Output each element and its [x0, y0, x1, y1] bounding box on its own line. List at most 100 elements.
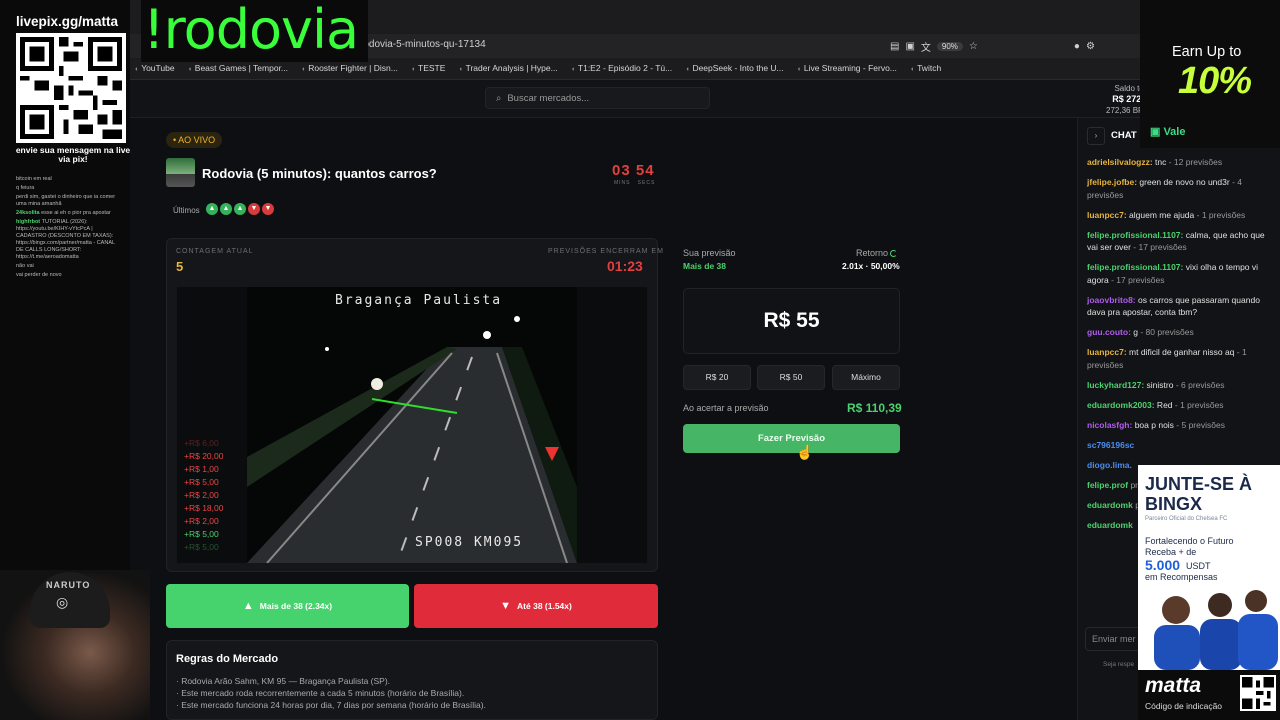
- result-up-icon: ▲: [234, 203, 246, 215]
- screenshot-icon[interactable]: ▣: [905, 41, 914, 52]
- bookmark-item[interactable]: Trader Analysis | Hype...: [459, 63, 558, 73]
- command-text: !rodovia: [143, 0, 359, 61]
- mini-chat-user: highfrbot: [16, 219, 42, 225]
- bookmark-item[interactable]: Rooster Fighter | Disn...: [302, 63, 398, 73]
- ad-earn-line1: Earn Up to: [1172, 44, 1242, 60]
- donation-item: +R$ 2,00: [184, 516, 219, 526]
- chat-message: luanpcc7: mt dificil de ganhar nisso aq …: [1087, 346, 1273, 371]
- mini-chat-line: vai perder de novo: [16, 272, 116, 279]
- stream-mini-chat: bitcoin em real q feiura perdi sim, gastei…: [16, 176, 116, 281]
- bookmark-item[interactable]: Beast Games | Tempor...: [189, 63, 288, 73]
- chat-message: felipe.profissional.1107: vixi olha o te…: [1087, 261, 1273, 286]
- balance[interactable]: Saldo to R$ 272, 272,36 BR: [1106, 83, 1144, 116]
- ad-bingx-usdt: USDT: [1186, 561, 1211, 571]
- qr-code-icon: [16, 33, 126, 143]
- chip-max[interactable]: Máximo: [832, 365, 900, 390]
- zoom-level[interactable]: 90%: [936, 42, 963, 51]
- chat-username[interactable]: jfelipe.jofbe:: [1087, 177, 1137, 187]
- bet-under-label: Até 38 (1.54x): [517, 601, 572, 611]
- chat-username[interactable]: felipe.prof: [1087, 480, 1128, 490]
- chat-username[interactable]: luanpcc7:: [1087, 347, 1127, 357]
- search-placeholder: Buscar mercados...: [507, 93, 590, 104]
- donation-item: +R$ 18,00: [184, 503, 224, 513]
- star-icon[interactable]: ☆: [969, 41, 978, 52]
- ad-bingx-players: [1138, 585, 1280, 670]
- count-value: 5: [176, 259, 184, 274]
- close-label: PREVISÕES ENCERRAM EM: [548, 248, 664, 255]
- result-down-icon: ▼: [262, 203, 274, 215]
- matta-logo: matta: [1145, 674, 1202, 697]
- ad-bingx-text1: Fortalecendo o Futuro Receba + de: [1145, 536, 1234, 557]
- potential-win-value: R$ 110,39: [847, 401, 902, 415]
- mini-chat-line: bitcoin em real: [16, 176, 116, 183]
- chat-username[interactable]: felipe.profissional.1107:: [1087, 230, 1183, 240]
- chat-message: jfelipe.jofbe: green de novo no und3r - …: [1087, 176, 1273, 201]
- chat-username[interactable]: nicolasfgh:: [1087, 420, 1132, 430]
- chip-20[interactable]: R$ 20: [683, 365, 751, 390]
- chat-username[interactable]: luanpcc7:: [1087, 210, 1127, 220]
- ad-earn-brand: ▣ Vale: [1150, 126, 1186, 138]
- donation-item: +R$ 6,00: [184, 438, 219, 448]
- chat-username[interactable]: guu.couto:: [1087, 327, 1131, 337]
- chat-count: - 6 previsões: [1173, 379, 1225, 390]
- amount-value[interactable]: R$ 55: [683, 309, 900, 333]
- bookmark-item[interactable]: TESTE: [412, 63, 445, 73]
- donation-feed: +R$ 6,00 +R$ 20,00 +R$ 1,00 +R$ 5,00 +R$ 2,0…: [184, 437, 223, 554]
- chevron-right-icon[interactable]: ›: [1087, 127, 1105, 145]
- result-down-icon: ▼: [248, 203, 260, 215]
- result-up-icon: ▲: [220, 203, 232, 215]
- bookmark-item[interactable]: Live Streaming - Fervo...: [798, 63, 897, 73]
- cap-text: NARUTO: [46, 580, 91, 590]
- search-input[interactable]: ⌕ Buscar mercados...: [485, 87, 710, 109]
- mini-chat-text: esse ai eh o pior pra apostar: [41, 210, 111, 216]
- mini-chat-line: q feiura: [16, 185, 116, 192]
- chat-username[interactable]: eduardomk: [1087, 500, 1133, 510]
- chat-message: sc796196sc: [1087, 439, 1273, 452]
- ad-bingx-text2: em Recompensas: [1145, 572, 1218, 582]
- reader-icon[interactable]: ▤: [890, 41, 899, 52]
- extension-icon[interactable]: ⚙: [1086, 41, 1095, 52]
- chat-username[interactable]: luckyhard127:: [1087, 380, 1144, 390]
- chat-message: adrielsilvalogzz: tnc - 12 previsões: [1087, 156, 1273, 169]
- chat-username[interactable]: diogo.lima.: [1087, 460, 1132, 470]
- chat-text: sinistro: [1144, 379, 1174, 390]
- chat-message: joaovbrito8: os carros que passaram quan…: [1087, 294, 1273, 319]
- chat-message: guu.couto: g - 80 previsões: [1087, 326, 1273, 339]
- donation-item: +R$ 2,00: [184, 490, 219, 500]
- chat-message: luckyhard127: sinistro - 6 previsões: [1087, 379, 1273, 392]
- donation-item: +R$ 1,00: [184, 464, 219, 474]
- balance-label: Saldo to: [1114, 84, 1144, 93]
- chat-text: g: [1130, 327, 1138, 337]
- bet-over-button[interactable]: ▲ Mais de 38 (2.34x): [166, 584, 409, 628]
- pix-title: livepix.gg/matta: [16, 14, 119, 29]
- bookmark-item[interactable]: T1:E2 - Episódio 2 - Tú...: [572, 63, 672, 73]
- chat-text: boa p nois: [1132, 419, 1174, 430]
- bookmark-item[interactable]: YouTube: [135, 63, 174, 73]
- live-badge: • AO VIVO: [166, 132, 223, 148]
- chat-username[interactable]: eduardomk2003:: [1087, 400, 1155, 410]
- chat-count: - 1 previsões: [1172, 399, 1224, 410]
- chip-50[interactable]: R$ 50: [757, 365, 825, 390]
- chat-username[interactable]: adrielsilvalogzz:: [1087, 157, 1153, 167]
- url-text[interactable]: rodovia-5-minutos-qu-17134: [360, 39, 486, 50]
- ad-bingx-number: 5.000: [1145, 557, 1181, 573]
- bet-over-label: Mais de 38 (2.34x): [259, 601, 333, 611]
- profile-icon[interactable]: ●: [1074, 41, 1080, 52]
- translate-icon[interactable]: 文: [921, 39, 931, 54]
- chat-note: Seja respe: [1103, 661, 1135, 668]
- bookmark-item[interactable]: Twitch: [911, 63, 941, 73]
- prediction-label: Sua previsão: [683, 248, 736, 258]
- submit-prediction-button[interactable]: Fazer Previsão: [683, 424, 900, 453]
- chat-username[interactable]: sc796196sc: [1087, 440, 1134, 450]
- chat-title: CHAT: [1111, 130, 1137, 141]
- chat-username[interactable]: felipe.profissional.1107:: [1087, 262, 1183, 272]
- triangle-down-icon: ▼: [500, 600, 512, 612]
- chat-count: - 17 previsões: [1108, 274, 1165, 285]
- return-value: 2.01x · 50,00%: [842, 261, 900, 271]
- mini-chat-line: 24ksolita esse ai eh o pior pra apostar: [16, 210, 116, 217]
- return-label-text: Retorno: [856, 248, 889, 258]
- chat-username[interactable]: joaovbrito8:: [1087, 295, 1136, 305]
- chat-username[interactable]: eduardomk: [1087, 520, 1133, 530]
- bet-under-button[interactable]: ▼ Até 38 (1.54x): [414, 584, 658, 628]
- bookmark-item[interactable]: DeepSeek - Into the U...: [686, 63, 783, 73]
